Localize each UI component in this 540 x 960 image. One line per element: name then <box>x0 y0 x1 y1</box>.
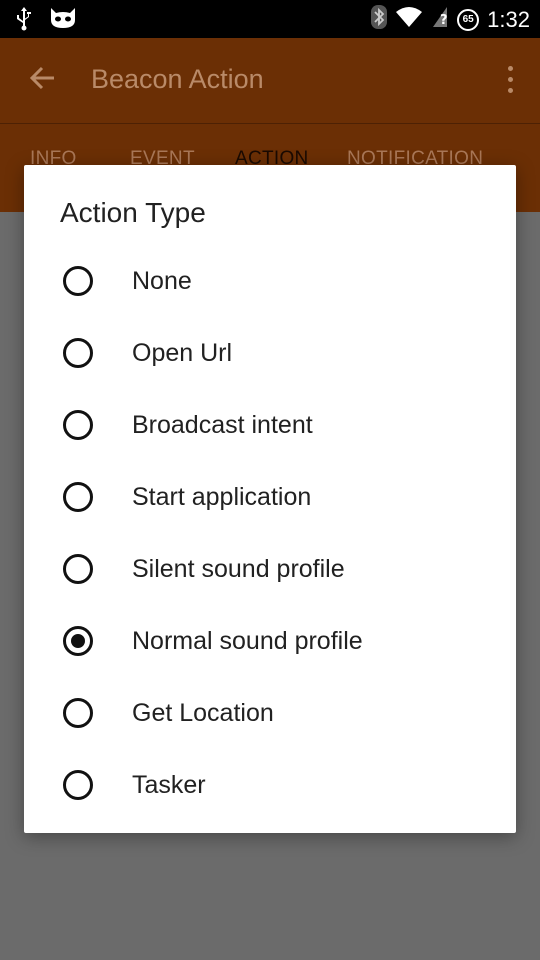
option-open-url[interactable]: Open Url <box>24 317 516 389</box>
cyanogen-icon <box>48 6 78 35</box>
status-bar: ? 65 1:32 <box>0 0 540 38</box>
app-title: Beacon Action <box>91 64 264 94</box>
option-label: Tasker <box>132 771 206 799</box>
radio-button[interactable] <box>63 554 93 584</box>
option-broadcast-intent[interactable]: Broadcast intent <box>24 389 516 461</box>
option-label: None <box>132 267 192 295</box>
option-normal-sound-profile[interactable]: Normal sound profile <box>24 605 516 677</box>
radio-button[interactable] <box>63 338 93 368</box>
option-tasker[interactable]: Tasker <box>24 749 516 821</box>
back-arrow-icon[interactable] <box>28 64 56 97</box>
radio-button[interactable] <box>63 770 93 800</box>
radio-button[interactable] <box>63 266 93 296</box>
battery-icon: 65 <box>457 8 480 31</box>
option-label: Normal sound profile <box>132 627 363 655</box>
wifi-icon <box>395 5 423 34</box>
more-vert-icon[interactable] <box>508 66 514 96</box>
clock: 1:32 <box>487 6 530 32</box>
radio-button[interactable] <box>63 410 93 440</box>
option-silent-sound-profile[interactable]: Silent sound profile <box>24 533 516 605</box>
option-start-application[interactable]: Start application <box>24 461 516 533</box>
dialog-title: Action Type <box>60 197 206 228</box>
radio-button[interactable] <box>63 698 93 728</box>
option-label: Open Url <box>132 339 233 367</box>
bluetooth-icon <box>371 4 388 35</box>
svg-text:?: ? <box>440 13 448 28</box>
option-label: Silent sound profile <box>132 555 345 583</box>
option-label: Get Location <box>132 699 274 727</box>
usb-icon <box>14 5 34 36</box>
option-label: Broadcast intent <box>132 411 313 439</box>
radio-button-selected[interactable] <box>63 626 93 656</box>
app-bar: Beacon Action <box>0 38 540 123</box>
option-label: Start application <box>132 483 312 511</box>
signal-icon: ? <box>431 5 449 34</box>
option-none[interactable]: None <box>24 245 516 317</box>
action-type-dialog: Action Type None Open Url Broadcast inte… <box>24 165 516 833</box>
option-get-location[interactable]: Get Location <box>24 677 516 749</box>
radio-button[interactable] <box>63 482 93 512</box>
